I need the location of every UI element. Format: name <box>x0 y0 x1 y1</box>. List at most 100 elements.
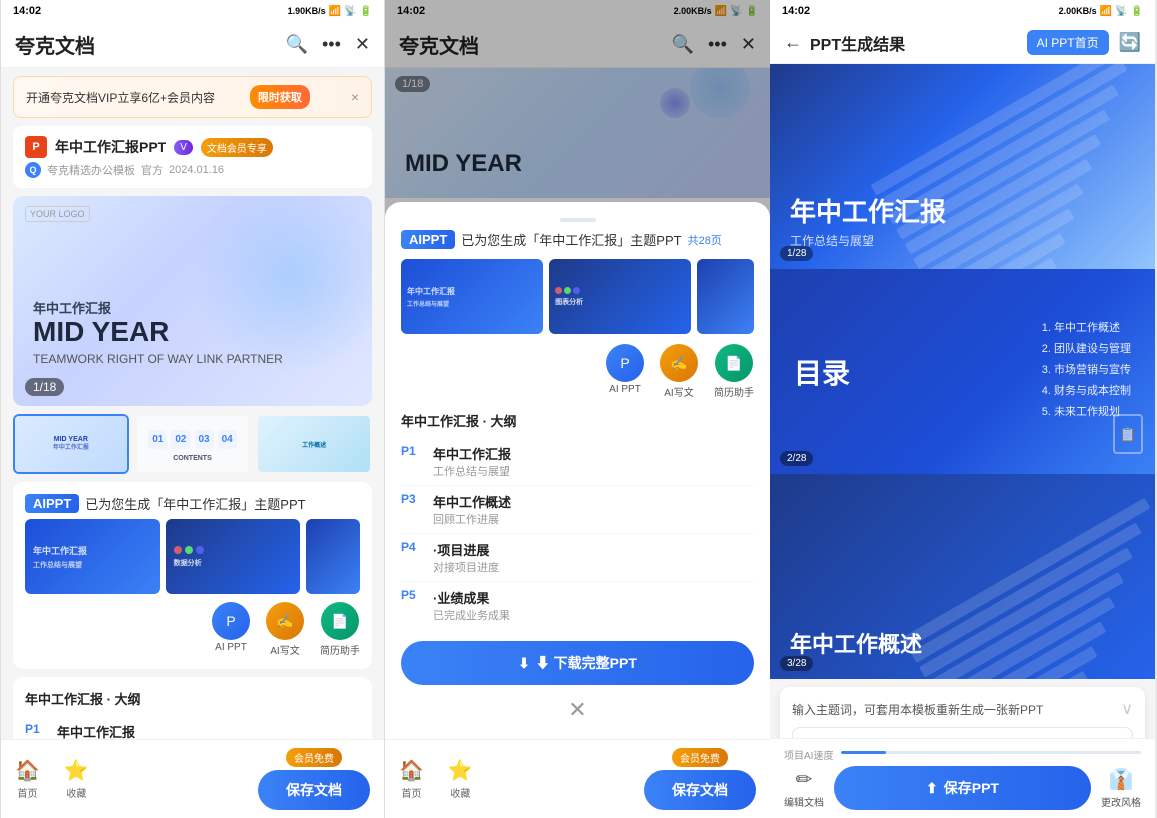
resume-label-2: 简历助手 <box>714 384 754 399</box>
preview-logo-1: YOUR LOGO <box>25 206 90 222</box>
wifi-icon-3: 📡 <box>1115 6 1127 17</box>
popup-outline-sub-1: 工作总结与展望 <box>433 463 754 479</box>
panel-1: 14:02 1.90KB/s 📶 📡 🔋 夸克文档 🔍 ••• ✕ 开通夸克文档… <box>0 0 385 818</box>
back-icon-3[interactable]: ← <box>784 32 802 53</box>
thumb-1-3[interactable]: 工作概述 <box>256 414 372 474</box>
resume-float-2[interactable]: 📄 简历助手 <box>714 344 754 399</box>
bottom-icons-2: 🏠 首页 ⭐ 收藏 <box>399 758 473 800</box>
edit-doc-action-3[interactable]: ✏ 编辑文档 <box>784 767 824 809</box>
slide-card-1-1[interactable]: 年中工作汇报 工作总结与展望 <box>25 519 160 594</box>
popup-close-icon-2[interactable]: ✕ <box>568 697 586 723</box>
ai-write-float-1[interactable]: ✍ AI写文 <box>266 602 304 657</box>
ai-ppt-float-2[interactable]: P AI PPT <box>606 344 644 399</box>
refresh-icon-3[interactable]: 🔄 <box>1119 32 1141 53</box>
thumb-img-1-2: 01 02 03 04 CONTENTS <box>137 416 249 472</box>
popup-outline-2: P3 年中工作概述 回顾工作进展 <box>401 486 754 534</box>
scroll-content-1: 开通夸克文档VIP立享6亿+会员内容 限时获取 × P 年中工作汇报PPT V … <box>1 68 384 818</box>
popup-outline-page-4: P5 <box>401 588 425 602</box>
popup-slide-1[interactable]: 年中工作汇报 工作总结与展望 <box>401 259 543 334</box>
save-btn-1[interactable]: 保存文档 <box>258 770 370 810</box>
ai-write-label-1: AI写文 <box>270 642 299 657</box>
resume-circle-2: 📄 <box>715 344 753 382</box>
popup-slide-partial[interactable] <box>697 259 754 334</box>
thumb-1-1[interactable]: MID YEAR年中工作汇报 <box>13 414 129 474</box>
save-btn-2[interactable]: 保存文档 <box>644 770 756 810</box>
promo-banner-1[interactable]: 开通夸克文档VIP立享6亿+会员内容 限时获取 × <box>13 76 372 118</box>
panel-3: 14:02 2.00KB/s 📶 📡 🔋 ← PPT生成结果 AI PPT首页 … <box>770 0 1155 818</box>
promo-close-1[interactable]: × <box>351 89 359 105</box>
toc-cell-2: 02 <box>171 430 190 449</box>
bottom-bar-1: 🏠 首页 ⭐ 收藏 会员免费 保存文档 <box>1 739 384 818</box>
popup-float-icons-2: P AI PPT ✍ AI写文 📄 简历助手 <box>401 344 754 399</box>
ppt-slide-3-2-title: 目录 <box>794 352 850 392</box>
popup-outline-content-2: 年中工作概述 回顾工作进展 <box>433 492 754 527</box>
home-icon-1: 🏠 <box>15 758 40 783</box>
panel3-ai-home-btn[interactable]: AI PPT首页 <box>1027 30 1109 55</box>
page-count-2: 共28页 <box>688 232 722 248</box>
status-icons-3: 2.00KB/s 📶 📡 🔋 <box>1059 6 1143 17</box>
panel3-nav: ← PPT生成结果 AI PPT首页 🔄 <box>770 22 1155 64</box>
input-card-header-3: 输入主题词，可套用本模板重新生成一张新PPT ∨ <box>792 699 1133 719</box>
thumb-1-2[interactable]: 01 02 03 04 CONTENTS <box>135 414 251 474</box>
aippt-desc-2: 已为您生成「年中工作汇报」主题PPT <box>461 230 681 249</box>
status-time-1: 14:02 <box>13 5 41 17</box>
toc-item-3-2: 2. 团队建设与管理 <box>1042 340 1131 356</box>
fav-icon-item-2[interactable]: ⭐ 收藏 <box>448 758 473 800</box>
status-icons-1: 1.90KB/s 📶 📡 🔋 <box>288 6 372 17</box>
fav-icon-2: ⭐ <box>448 758 473 783</box>
slide-card-1-3[interactable] <box>306 519 360 594</box>
ai-write-circle-2: ✍ <box>660 344 698 382</box>
ppt-page-num-3-1: 1/28 <box>780 246 813 261</box>
ai-ppt-float-1[interactable]: P AI PPT <box>212 602 250 657</box>
ai-write-float-2[interactable]: ✍ AI写文 <box>660 344 698 399</box>
fav-icon-item-1[interactable]: ⭐ 收藏 <box>64 758 89 800</box>
panel3-nav-left: ← PPT生成结果 <box>784 31 905 55</box>
popup-outline-main-1: 年中工作汇报 <box>433 444 754 463</box>
style-label-3: 更改风格 <box>1101 794 1141 809</box>
toc-item-3-1: 1. 年中工作概述 <box>1042 319 1131 335</box>
thumb-img-1-1: MID YEAR年中工作汇报 <box>15 416 127 472</box>
change-style-action-3[interactable]: 👔 更改风格 <box>1101 767 1141 809</box>
slide-card-1-2[interactable]: 数据分析 <box>166 519 301 594</box>
aippt-section-1: AIPPT 已为您生成「年中工作汇报」主题PPT 年中工作汇报 工作总结与展望 <box>13 482 372 669</box>
resume-circle-1: 📄 <box>321 602 359 640</box>
slide-title-1: 年中工作汇报 <box>33 298 352 317</box>
doc-name-1: 年中工作汇报PPT <box>55 137 166 157</box>
input-card-hint-3: 输入主题词，可套用本模板重新生成一张新PPT <box>792 701 1043 718</box>
status-time-3: 14:02 <box>782 5 810 17</box>
promo-btn-1[interactable]: 限时获取 <box>250 85 310 109</box>
fav-label-1: 收藏 <box>66 785 86 800</box>
save-ppt-btn-3[interactable]: ⬆ 保存PPT <box>834 766 1091 810</box>
slide-num-1: 1/18 <box>25 378 64 396</box>
more-icon-1[interactable]: ••• <box>322 34 341 55</box>
nav-actions-1: 🔍 ••• ✕ <box>286 34 370 55</box>
close-icon-1[interactable]: ✕ <box>355 34 370 55</box>
popup-outline-content-4: ·业绩成果 已完成业务成果 <box>433 588 754 623</box>
popup-card-2: AIPPT 已为您生成「年中工作汇报」主题PPT 共28页 年中工作汇报 工作总… <box>385 202 770 739</box>
search-icon-1[interactable]: 🔍 <box>286 34 308 55</box>
resume-label-1: 简历助手 <box>320 642 360 657</box>
download-label-2: ⬇ 下载完整PPT <box>536 653 637 673</box>
popup-outline-1: P1 年中工作汇报 工作总结与展望 <box>401 438 754 486</box>
preview-main-text-1: 年中工作汇报 MID YEAR TEAMWORK RIGHT OF WAY LI… <box>33 298 352 366</box>
vip-badge-1: V <box>174 140 193 155</box>
toc-item-3-4: 4. 财务与成本控制 <box>1042 382 1131 398</box>
popup-outline-main-3: ·项目进展 <box>433 540 754 559</box>
download-btn-2[interactable]: ⬇ ⬇ 下载完整PPT <box>401 641 754 685</box>
fav-icon-1: ⭐ <box>64 758 89 783</box>
home-icon-item-2[interactable]: 🏠 首页 <box>399 758 424 800</box>
popup-outline-sub-4: 已完成业务成果 <box>433 607 754 623</box>
outline-title-1: 年中工作汇报 · 大纲 <box>25 689 360 708</box>
ai-ppt-label-2: AI PPT <box>609 384 641 395</box>
battery-icon-3: 🔋 <box>1131 6 1143 17</box>
bottom-bar-2: 🏠 首页 ⭐ 收藏 会员免费 保存文档 <box>385 739 770 818</box>
status-bar-1: 14:02 1.90KB/s 📶 📡 🔋 <box>1 0 384 22</box>
popup-slide-2[interactable]: 图表分析 <box>549 259 691 334</box>
popup-close-2: ✕ <box>401 697 754 723</box>
chevron-down-icon-3[interactable]: ∨ <box>1121 699 1133 719</box>
save-container-1: 会员免费 保存文档 <box>258 748 370 810</box>
resume-float-1[interactable]: 📄 简历助手 <box>320 602 360 657</box>
home-icon-item-1[interactable]: 🏠 首页 <box>15 758 40 800</box>
thumb-img-1-3: 工作概述 <box>258 416 370 472</box>
doc-meta-1: Q 夸克精选办公模板 官方 2024.01.16 <box>25 162 360 178</box>
